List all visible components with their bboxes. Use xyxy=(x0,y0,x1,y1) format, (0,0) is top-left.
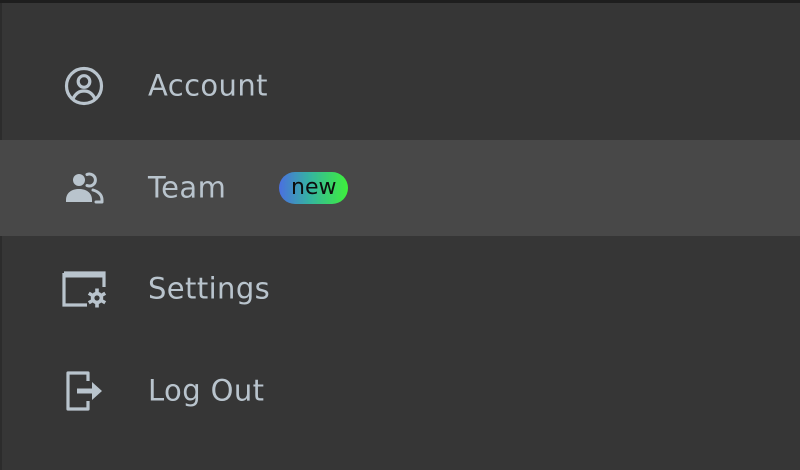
menu-item-label: Team xyxy=(148,170,227,205)
menu-item-logout[interactable]: Log Out xyxy=(0,343,800,439)
users-icon xyxy=(60,164,108,212)
menu-item-label: Settings xyxy=(148,271,271,306)
new-badge: new xyxy=(279,172,349,204)
menu-item-team[interactable]: Team new xyxy=(0,140,800,236)
dropdown-menu: Account Team new Settings Log Out xyxy=(0,0,800,470)
menu-item-settings[interactable]: Settings xyxy=(0,241,800,337)
menu-item-label: Log Out xyxy=(148,373,265,408)
logout-icon xyxy=(60,367,108,415)
menu-item-account[interactable]: Account xyxy=(0,38,800,134)
menu-item-label: Account xyxy=(148,68,268,103)
window-gear-icon xyxy=(60,265,108,313)
user-circle-icon xyxy=(60,62,108,110)
